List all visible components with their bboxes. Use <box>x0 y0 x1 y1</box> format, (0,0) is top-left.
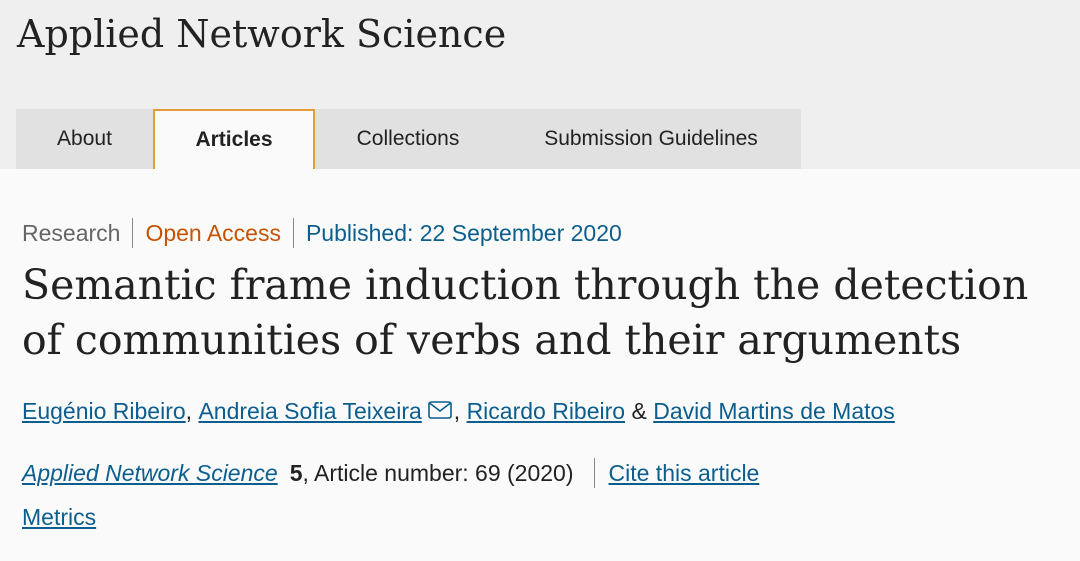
cite-this-article-link[interactable]: Cite this article <box>609 460 760 487</box>
divider <box>593 458 595 488</box>
tab-collections[interactable]: Collections <box>315 109 501 169</box>
author-link[interactable]: Andreia Sofia Teixeira <box>198 398 421 425</box>
article-title: Semantic frame induction through the det… <box>22 261 1029 364</box>
author-link[interactable]: Eugénio Ribeiro <box>22 398 186 425</box>
tab-articles[interactable]: Articles <box>153 109 315 169</box>
article-number: , Article number: 69 (2020) <box>302 459 574 486</box>
tab-about[interactable]: About <box>16 109 153 169</box>
journal-title[interactable]: Applied Network Science <box>17 12 506 56</box>
journal-link[interactable]: Applied Network Science <box>22 460 278 487</box>
divider <box>292 218 294 248</box>
article-type: Research <box>22 219 121 246</box>
author-list: Eugénio Ribeiro , Andreia Sofia Teixeira… <box>22 398 895 425</box>
author-link[interactable]: Ricardo Ribeiro <box>467 398 626 425</box>
citation-line: Applied Network Science 5 , Article numb… <box>22 458 759 488</box>
published-date: Published: 22 September 2020 <box>305 219 622 246</box>
tab-submission-guidelines[interactable]: Submission Guidelines <box>501 109 801 169</box>
volume: 5 <box>289 459 303 486</box>
main-nav: About Articles Collections Submission Gu… <box>16 109 801 169</box>
author-separator: , <box>453 398 461 424</box>
metrics-link[interactable]: Metrics <box>22 504 96 531</box>
author-link[interactable]: David Martins de Matos <box>653 398 895 425</box>
divider <box>132 218 134 248</box>
article-meta: Research Open Access Published: 22 Septe… <box>22 218 622 248</box>
email-icon[interactable] <box>427 398 452 425</box>
author-separator: , <box>185 398 193 424</box>
author-separator: & <box>631 398 647 424</box>
site-header: Applied Network Science About Articles C… <box>0 0 1080 169</box>
open-access-badge: Open Access <box>145 219 281 246</box>
